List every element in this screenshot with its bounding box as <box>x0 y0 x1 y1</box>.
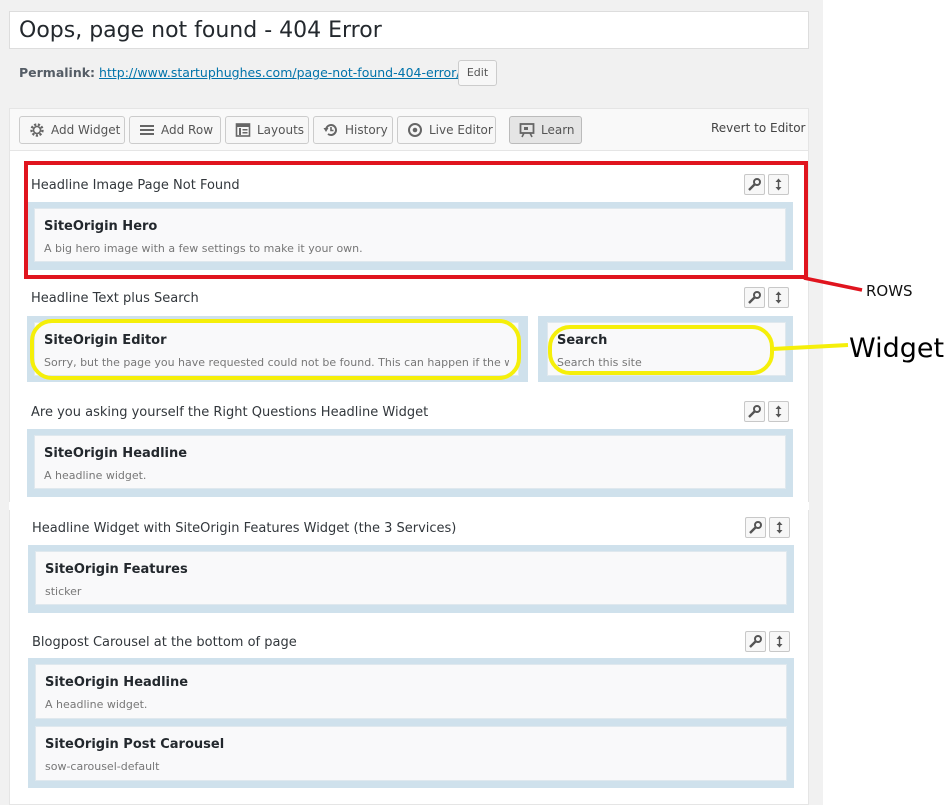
widget-pointer-line <box>771 343 849 351</box>
widget-title: SiteOrigin Features <box>45 562 188 577</box>
row-move-handle[interactable] <box>769 517 790 538</box>
row-move-handle[interactable] <box>769 631 790 652</box>
widget-description: sow-carousel-default <box>45 760 160 773</box>
row-tools <box>744 287 792 309</box>
widget-card[interactable]: SiteOrigin Headline A headline widget. <box>35 664 787 719</box>
add-widget-button[interactable]: Add Widget <box>19 116 125 144</box>
layouts-button[interactable]: Layouts <box>225 116 309 144</box>
live-editor-label: Live Editor <box>429 123 493 137</box>
row-tools <box>745 517 793 539</box>
row-settings-button[interactable] <box>745 631 766 652</box>
permalink-link[interactable]: http://www.startuphughes.com/page-not-fo… <box>99 65 460 80</box>
widget-highlight-oval <box>548 325 774 375</box>
widget-card[interactable]: SiteOrigin Features sticker <box>35 551 787 605</box>
widget-description: A headline widget. <box>45 698 148 711</box>
row-tools <box>744 401 792 423</box>
widget-title: SiteOrigin Post Carousel <box>45 737 225 752</box>
post-title-input[interactable]: Oops, page not found - 404 Error <box>9 11 809 49</box>
permalink-base: http://www.startuphughes.com/ <box>99 65 297 80</box>
history-icon <box>323 124 337 136</box>
menu-lines-icon <box>140 125 154 135</box>
widget-description: A headline widget. <box>44 469 147 482</box>
rows-annotation-label: ROWS <box>866 282 913 300</box>
row-title: Headline Text plus Search <box>31 291 199 306</box>
widget-card[interactable]: SiteOrigin Post Carousel sow-carousel-de… <box>35 726 787 781</box>
edit-permalink-button[interactable]: Edit <box>458 60 497 86</box>
wrench-icon <box>749 521 762 534</box>
learn-button[interactable]: Learn <box>509 116 582 144</box>
move-vertical-icon <box>775 291 782 304</box>
row-settings-button[interactable] <box>744 287 765 308</box>
wrench-icon <box>748 291 761 304</box>
presentation-icon <box>519 123 535 138</box>
move-vertical-icon <box>776 521 783 534</box>
learn-label: Learn <box>541 123 575 137</box>
move-vertical-icon <box>775 405 782 418</box>
widget-card[interactable]: SiteOrigin Headline A headline widget. <box>34 435 786 489</box>
add-row-button[interactable]: Add Row <box>129 116 221 144</box>
gear-icon <box>30 123 44 137</box>
row-move-handle[interactable] <box>768 401 789 422</box>
row-title: Are you asking yourself the Right Questi… <box>31 405 429 420</box>
widget-highlight-oval <box>30 319 521 380</box>
annotation-area <box>823 0 949 805</box>
live-editor-button[interactable]: Live Editor <box>397 116 496 144</box>
layouts-label: Layouts <box>257 123 305 137</box>
row-settings-button[interactable] <box>745 517 766 538</box>
widget-title: SiteOrigin Headline <box>45 675 189 690</box>
add-widget-label: Add Widget <box>51 123 121 137</box>
row-title: Blogpost Carousel at the bottom of page <box>32 635 297 650</box>
permalink-slug: page-not-found-404-error/ <box>296 65 461 80</box>
permalink: Permalink: http://www.startuphughes.com/… <box>19 64 460 82</box>
wrench-icon <box>748 405 761 418</box>
wrench-icon <box>749 635 762 648</box>
rows-pointer-line <box>803 276 863 292</box>
permalink-label: Permalink: <box>19 65 96 80</box>
add-row-label: Add Row <box>161 123 214 137</box>
revert-to-editor-link[interactable]: Revert to Editor <box>711 121 806 135</box>
row-move-handle[interactable] <box>768 287 789 308</box>
row-settings-button[interactable] <box>744 401 765 422</box>
widget-title: SiteOrigin Headline <box>44 446 188 461</box>
row-title: Headline Widget with SiteOrigin Features… <box>32 521 457 536</box>
rows-highlight-box <box>24 161 808 279</box>
row-tools <box>745 631 793 653</box>
row-divider <box>9 502 809 510</box>
move-vertical-icon <box>776 635 783 648</box>
history-label: History <box>345 123 388 137</box>
history-button[interactable]: History <box>313 116 393 144</box>
widget-annotation-label: Widget <box>849 333 945 364</box>
eye-icon <box>408 123 422 137</box>
layout-icon <box>235 123 251 137</box>
widget-description: sticker <box>45 585 82 598</box>
